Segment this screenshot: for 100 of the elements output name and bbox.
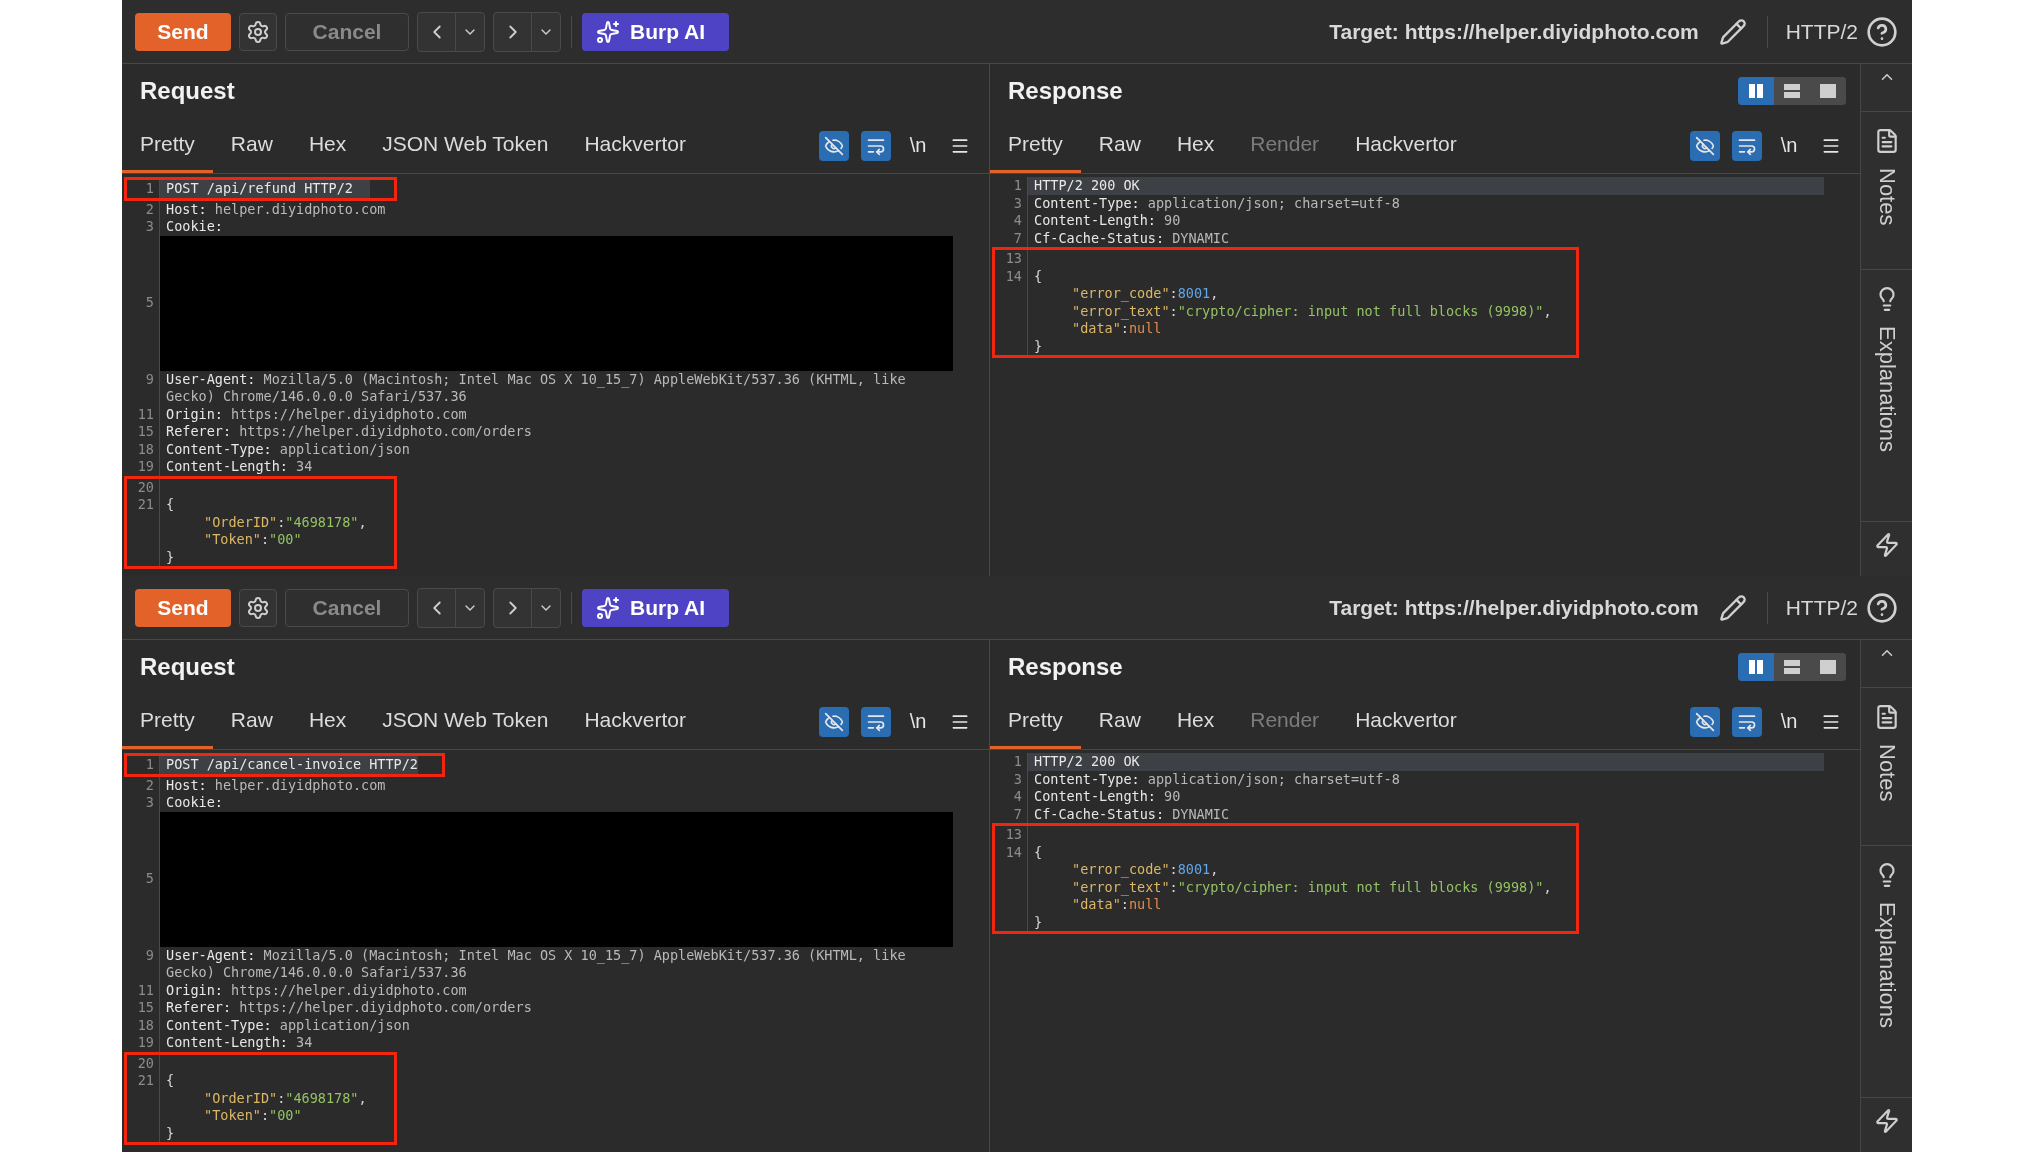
line-number: 2 [130,776,160,794]
ai-button[interactable]: Burp AI [582,588,730,627]
view-tab[interactable]: Raw [1080,694,1159,749]
target-label: Target: https://helper.diyidphoto.com [1329,595,1699,620]
view-tab[interactable]: Hackvertor [566,694,704,749]
view-tab[interactable]: Hex [290,694,365,749]
view-tab[interactable]: Pretty [122,118,213,173]
code-line: "data":null [1071,320,1163,338]
code-line: Cookie: [165,794,224,812]
layout-toggle[interactable] [1738,653,1774,681]
settings-button[interactable] [239,12,277,51]
edit-icon[interactable] [1718,17,1747,46]
settings-icon [246,19,270,44]
line-number: 14 [998,843,1028,861]
wrap-button[interactable] [1732,706,1762,737]
code-line: "OrderID":"4698178", [203,1089,368,1107]
view-tab[interactable]: Hackvertor [1337,694,1475,749]
code-line: Cf-Cache-Status: DYNAMIC [1033,229,1231,247]
code-line: Cookie: [165,218,224,236]
newline-button[interactable]: \n [903,130,933,161]
view-tab[interactable]: Pretty [990,694,1081,749]
lightning-icon [1873,1108,1900,1134]
sparkles-icon [596,595,620,620]
code-line: "OrderID":"4698178", [203,513,368,531]
target-label: Target: https://helper.diyidphoto.com [1329,19,1699,44]
line-number: 3 [998,194,1028,212]
code-line: Content-Length: 90 [1033,788,1182,806]
eye-off-icon [1695,711,1715,732]
cancel-button[interactable]: Cancel [285,12,409,51]
newline-button[interactable]: \n [1774,130,1804,161]
view-tab[interactable]: Hackvertor [1337,118,1475,173]
code-line: { [1033,267,1044,285]
wrap-button[interactable] [1732,130,1762,161]
view-tab[interactable]: Raw [212,694,291,749]
explanations-label: Explanations [1873,326,1900,452]
code-line: } [1033,913,1044,931]
newline-button[interactable]: \n [1774,706,1804,737]
view-tab[interactable]: Raw [1080,118,1159,173]
hide-button[interactable] [819,130,849,161]
line-number: 4 [998,788,1028,806]
line-number: 18 [130,440,160,458]
view-tab[interactable]: JSON Web Token [364,118,567,173]
view-tab[interactable]: Raw [212,118,291,173]
line-number: 21 [130,1072,160,1090]
view-tab[interactable]: JSON Web Token [364,694,567,749]
hide-button[interactable] [1690,130,1720,161]
line-number: 19 [130,458,160,476]
line-number: 7 [998,805,1028,823]
line-number: 18 [130,1016,160,1034]
newline-button[interactable]: \n [903,706,933,737]
notes-label: Notes [1873,744,1900,802]
eye-off-icon [824,135,844,156]
hide-button[interactable] [1690,706,1720,737]
code-line: Referer: https://helper.diyidphoto.com/orders [165,999,533,1017]
line-number: 9 [130,946,160,982]
code-line: Content-Type: application/json; charset=utf-8 [1033,770,1401,788]
view-tab[interactable]: Hex [290,118,365,173]
settings-button[interactable] [239,588,277,627]
code-line: "Token":"00" [203,1107,303,1125]
ai-button[interactable]: Burp AI [582,12,730,51]
code-line: Content-Type: application/json [165,440,411,458]
line-number: 3 [130,218,160,236]
line-number: 15 [130,999,160,1017]
wrap-button[interactable] [861,130,891,161]
view-tab[interactable]: Pretty [122,694,213,749]
cancel-button[interactable]: Cancel [285,588,409,627]
code-line: "data":null [1071,896,1163,914]
help-icon[interactable] [1866,15,1898,48]
code-line: Content-Length: 34 [165,1034,314,1052]
view-tab[interactable]: Hex [1158,694,1233,749]
line-number: 2 [130,200,160,218]
edit-icon[interactable] [1718,593,1747,622]
notes-tab[interactable]: Notes [1861,688,1912,846]
view-tab[interactable]: Pretty [990,118,1081,173]
code-line: Host: helper.diyidphoto.com [165,776,387,794]
hide-button[interactable] [819,706,849,737]
explanations-tab[interactable]: Explanations [1861,846,1912,1098]
split-rows-icon [1784,660,1800,674]
code-line: } [1033,337,1044,355]
code-line: { [1033,843,1044,861]
split-rows-icon [1784,84,1800,98]
line-number: 4 [998,212,1028,230]
notes-label: Notes [1873,168,1900,226]
help-icon[interactable] [1866,591,1898,624]
line-number: 13 [998,826,1028,844]
view-tab[interactable]: Hackvertor [566,118,704,173]
wrap-button[interactable] [861,706,891,737]
explanations-tab[interactable]: Explanations [1861,270,1912,522]
panel-title: Response [1008,77,1123,105]
code-line: Cf-Cache-Status: DYNAMIC [1033,805,1231,823]
view-tab[interactable]: Hex [1158,118,1233,173]
line-number: 7 [998,229,1028,247]
code-line: Origin: https://helper.diyidphoto.com [165,981,468,999]
notes-tab[interactable]: Notes [1861,112,1912,270]
panel-title: Request [140,653,235,681]
layout-toggle[interactable] [1738,77,1774,105]
explanations-label: Explanations [1873,902,1900,1028]
panel-title: Request [140,77,235,105]
settings-icon [246,595,270,620]
protocol-label: HTTP/2 [1785,19,1858,44]
